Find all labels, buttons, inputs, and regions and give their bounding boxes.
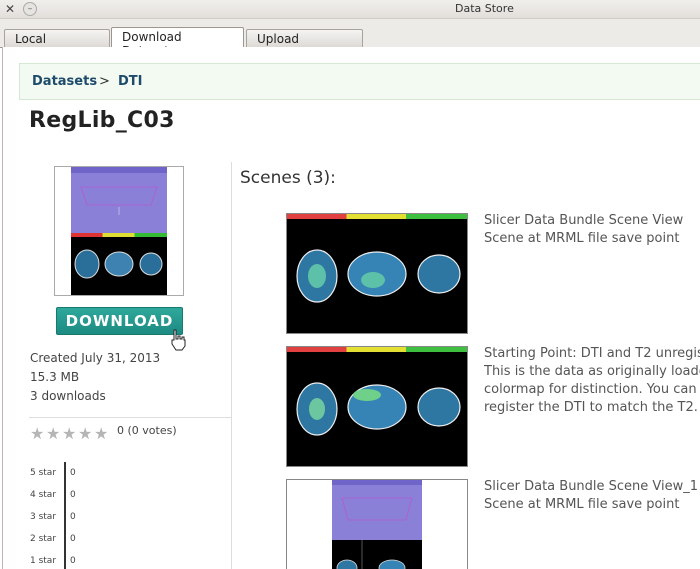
divider bbox=[29, 417, 231, 418]
page-title: RegLib_C03 bbox=[29, 108, 175, 133]
scene-description[interactable]: Starting Point: DTI and T2 unregis This … bbox=[484, 345, 700, 417]
histogram-value: 0 bbox=[70, 512, 76, 522]
star-rating[interactable]: ★ ★ ★ ★ ★ bbox=[30, 424, 110, 442]
window-title: Data Store bbox=[455, 2, 514, 15]
vote-count: 0 (0 votes) bbox=[117, 424, 177, 437]
dataset-thumbnail[interactable] bbox=[54, 166, 184, 296]
download-count: 3 downloads bbox=[30, 389, 106, 403]
histogram-value: 0 bbox=[70, 490, 76, 500]
star-icon[interactable]: ★ bbox=[62, 426, 77, 442]
breadcrumb: Datasets > DTI bbox=[19, 63, 700, 100]
tab-local-datasets[interactable]: Local Datasets bbox=[4, 29, 110, 60]
breadcrumb-separator: > bbox=[99, 74, 110, 89]
column-divider bbox=[231, 162, 232, 569]
star-icon[interactable]: ★ bbox=[30, 426, 45, 442]
histogram-label: 2 star bbox=[30, 534, 57, 544]
scene-thumbnail[interactable] bbox=[286, 213, 468, 334]
scene-thumbnail[interactable] bbox=[286, 346, 468, 467]
histogram-value: 0 bbox=[70, 468, 76, 478]
histogram-label: 4 star bbox=[30, 490, 57, 500]
histogram-axis bbox=[64, 462, 66, 569]
histogram-value: 0 bbox=[70, 534, 76, 544]
star-icon[interactable]: ★ bbox=[46, 426, 61, 442]
histogram-label: 1 star bbox=[30, 556, 57, 566]
histogram-value: 0 bbox=[70, 556, 76, 566]
breadcrumb-dti-link[interactable]: DTI bbox=[118, 74, 143, 89]
thumbnail-slice-views bbox=[71, 233, 167, 295]
content-panel: Datasets > DTI RegLib_C03 DOWNLOAD Creat… bbox=[2, 47, 700, 569]
title-bar: ✕ – Data Store bbox=[0, 0, 700, 19]
histogram-label: 3 star bbox=[30, 512, 57, 522]
created-date: Created July 31, 2013 bbox=[30, 351, 161, 365]
hand-cursor-icon bbox=[171, 329, 186, 351]
tab-upload-datasets[interactable]: Upload Datasets bbox=[246, 29, 363, 60]
star-icon[interactable]: ★ bbox=[78, 426, 93, 442]
download-button[interactable]: DOWNLOAD bbox=[56, 307, 183, 335]
star-icon[interactable]: ★ bbox=[94, 426, 109, 442]
histogram-label: 5 star bbox=[30, 468, 57, 478]
scene-description[interactable]: Slicer Data Bundle Scene View Scene at M… bbox=[484, 212, 683, 248]
breadcrumb-datasets-link[interactable]: Datasets bbox=[32, 74, 97, 89]
tab-download-datasets[interactable]: Download Datasets bbox=[111, 27, 244, 58]
file-size: 15.3 MB bbox=[30, 370, 80, 384]
scene-thumbnail[interactable] bbox=[286, 479, 468, 569]
tab-bar: Local Datasets Download Datasets Upload … bbox=[0, 19, 700, 60]
scene-description[interactable]: Slicer Data Bundle Scene View_1 Scene at… bbox=[484, 478, 698, 514]
thumbnail-3d-view bbox=[71, 167, 167, 233]
scenes-heading: Scenes (3): bbox=[240, 168, 336, 188]
